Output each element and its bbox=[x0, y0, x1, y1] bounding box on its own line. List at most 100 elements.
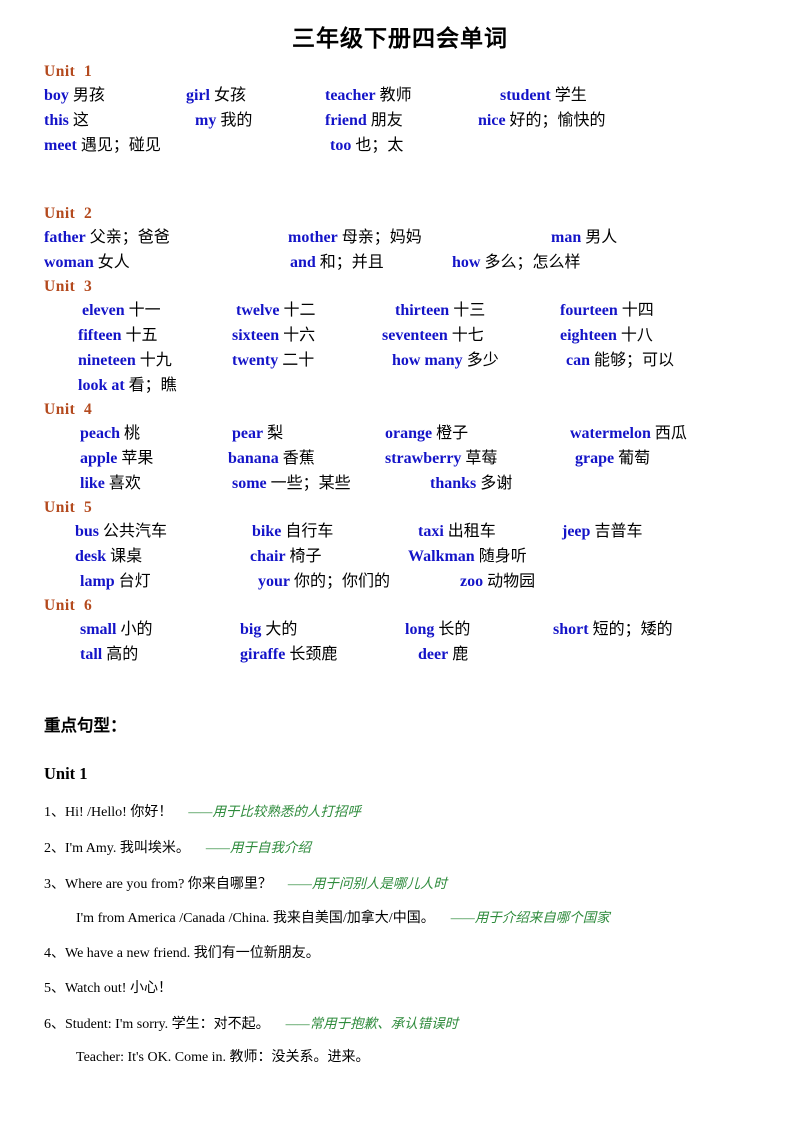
vocab-english-word: some bbox=[232, 475, 267, 492]
vocab-chinese-gloss: 鹿 bbox=[452, 646, 469, 663]
sentence-number: 6、 bbox=[44, 1017, 65, 1032]
vocab-english-word: this bbox=[44, 112, 69, 129]
vocab-chinese-gloss: 能够；可以 bbox=[594, 352, 675, 369]
vocab-english-word: friend bbox=[325, 112, 367, 129]
vocab-english-word: sixteen bbox=[232, 327, 280, 344]
vocab-english-word: tall bbox=[80, 646, 103, 663]
vocab-entry: big 大的 bbox=[240, 617, 297, 642]
sentence-text: Watch out! 小心！ bbox=[65, 981, 172, 996]
vocab-unit-label: Unit 4 bbox=[44, 401, 93, 418]
vocab-chinese-gloss: 长的 bbox=[438, 621, 471, 638]
vocab-chinese-gloss: 高的 bbox=[106, 646, 139, 663]
vocab-english-word: how bbox=[452, 254, 481, 271]
sentence-item: Teacher: It's OK. Come in. 教师：没关系。进来。 bbox=[0, 1047, 800, 1068]
vocab-chinese-gloss: 吉普车 bbox=[594, 523, 643, 540]
vocab-entry: fourteen 十四 bbox=[560, 298, 654, 323]
sentence-number: 4、 bbox=[44, 946, 65, 961]
vocab-chinese-gloss: 父亲；爸爸 bbox=[89, 229, 170, 246]
vocab-english-word: apple bbox=[80, 450, 118, 467]
vocab-english-word: lamp bbox=[80, 573, 115, 590]
sentence-usage-note: ——常用于抱歉、承认错误时 bbox=[285, 1016, 459, 1031]
vocab-entry: bus 公共汽车 bbox=[75, 519, 167, 544]
vocab-entry: and 和；并且 bbox=[290, 250, 384, 275]
vocab-unit-block: Unit 5 bus 公共汽车 bike 自行车 taxi 出租车 jeep 吉普车 desk 课桌… bbox=[0, 496, 800, 594]
vocab-english-word: your bbox=[258, 573, 290, 590]
vocab-entry: sixteen 十六 bbox=[232, 323, 315, 348]
vocab-row: look at 看；瞧 bbox=[0, 373, 800, 398]
vocab-chinese-gloss: 二十 bbox=[282, 352, 315, 369]
vocab-row: this 这 my 我的 friend 朋友 nice 好的；愉快的 bbox=[0, 108, 800, 133]
page-title: 三年级下册四会单词 bbox=[292, 26, 508, 51]
vocab-entry: tall 高的 bbox=[80, 642, 138, 667]
vocab-english-word: my bbox=[195, 112, 217, 129]
vocab-chinese-gloss: 台灯 bbox=[118, 573, 151, 590]
vocab-entry: how many 多少 bbox=[392, 348, 499, 373]
vocab-english-word: mother bbox=[288, 229, 338, 246]
vocab-unit-label: Unit 5 bbox=[44, 499, 93, 516]
vocab-entry: friend 朋友 bbox=[325, 108, 403, 133]
vocab-english-word: thanks bbox=[430, 475, 477, 492]
vocab-entry: chair 椅子 bbox=[250, 544, 322, 569]
sentence-usage-note: ——用于比较熟悉的人打招呼 bbox=[188, 804, 361, 819]
vocab-entry: mother 母亲；妈妈 bbox=[288, 225, 422, 250]
sentence-item: I'm from America /Canada /China. 我来自美国/加… bbox=[0, 907, 800, 929]
vocab-english-word: banana bbox=[228, 450, 279, 467]
vocab-chinese-gloss: 男孩 bbox=[72, 87, 105, 104]
vocab-chinese-gloss: 苹果 bbox=[121, 450, 154, 467]
vocab-entry: Walkman 随身听 bbox=[408, 544, 527, 569]
vocab-entry: how 多么；怎么样 bbox=[452, 250, 580, 275]
vocab-english-word: small bbox=[80, 621, 117, 638]
vocab-english-word: how many bbox=[392, 352, 463, 369]
vocab-chinese-gloss: 自行车 bbox=[285, 523, 334, 540]
sentence-text: Student: I'm sorry. 学生：对不起。 bbox=[65, 1017, 270, 1032]
vocab-row: nineteen 十九 twenty 二十 how many 多少 can 能够；可以 bbox=[0, 348, 800, 373]
vocab-entry: some 一些；某些 bbox=[232, 471, 351, 496]
vocab-chinese-gloss: 大的 bbox=[265, 621, 298, 638]
vocab-english-word: eleven bbox=[82, 302, 125, 319]
vocab-chinese-gloss: 课桌 bbox=[110, 548, 143, 565]
vocab-chinese-gloss: 女人 bbox=[97, 254, 130, 271]
vocab-entry: peach 桃 bbox=[80, 421, 140, 446]
sentence-item: 4、We have a new friend. 我们有一位新朋友。 bbox=[0, 943, 800, 964]
vocab-entry: long 长的 bbox=[405, 617, 470, 642]
vocab-entry: small 小的 bbox=[80, 617, 152, 642]
sentence-text: Teacher: It's OK. Come in. 教师：没关系。进来。 bbox=[76, 1050, 370, 1065]
vocab-english-word: desk bbox=[75, 548, 107, 565]
sentence-text: I'm from America /Canada /China. 我来自美国/加… bbox=[76, 911, 435, 926]
vocab-english-word: bus bbox=[75, 523, 100, 540]
vocab-entry: this 这 bbox=[44, 108, 89, 133]
vocab-entry: woman 女人 bbox=[44, 250, 130, 275]
vocab-unit-block: Unit 4 peach 桃 pear 梨 orange 橙子 watermelon 西瓜 app… bbox=[0, 398, 800, 496]
vocab-entry: lamp 台灯 bbox=[80, 569, 151, 594]
vocab-unit-label: Unit 2 bbox=[44, 205, 93, 222]
vocab-english-word: father bbox=[44, 229, 86, 246]
vocab-row: small 小的 big 大的 long 长的 short 短的；矮的 bbox=[0, 617, 800, 642]
sentence-number: 3、 bbox=[44, 877, 65, 892]
vocab-row: woman 女人 and 和；并且 how 多么；怎么样 bbox=[0, 250, 800, 275]
vocab-entry: teacher 教师 bbox=[325, 83, 412, 108]
vocab-chinese-gloss: 我的 bbox=[220, 112, 253, 129]
vocab-english-word: meet bbox=[44, 137, 77, 154]
vocab-chinese-gloss: 一些；某些 bbox=[270, 475, 351, 492]
vocab-chinese-gloss: 这 bbox=[72, 112, 89, 129]
vocab-entry: apple 苹果 bbox=[80, 446, 153, 471]
vocab-row: lamp 台灯 your 你的；你们的 zoo 动物园 bbox=[0, 569, 800, 594]
vocab-chinese-gloss: 出租车 bbox=[447, 523, 496, 540]
vocab-unit-block: Unit 1 boy 男孩 girl 女孩 teacher 教师 student 学生 this 这… bbox=[0, 60, 800, 202]
sentence-item: 6、Student: I'm sorry. 学生：对不起。 ——常用于抱歉、承认错… bbox=[0, 1013, 800, 1035]
sentence-item: 1、Hi! /Hello! 你好！ ——用于比较熟悉的人打招呼 bbox=[0, 801, 800, 823]
vocab-row: tall 高的 giraffe 长颈鹿 deer 鹿 bbox=[0, 642, 800, 667]
vocab-entry: orange 橙子 bbox=[385, 421, 468, 446]
vocab-row: father 父亲；爸爸 mother 母亲；妈妈 man 男人 bbox=[0, 225, 800, 250]
vocab-unit-label: Unit 6 bbox=[44, 597, 93, 614]
vocab-unit-block: Unit 6 small 小的 big 大的 long 长的 short 短的；矮的 tall 高的… bbox=[0, 594, 800, 667]
vocab-entry: your 你的；你们的 bbox=[258, 569, 390, 594]
vocab-english-word: and bbox=[290, 254, 316, 271]
vocab-english-word: twenty bbox=[232, 352, 279, 369]
vocab-english-word: big bbox=[240, 621, 262, 638]
vocab-entry: father 父亲；爸爸 bbox=[44, 225, 170, 250]
vocab-entry: zoo 动物园 bbox=[460, 569, 535, 594]
vocab-english-word: woman bbox=[44, 254, 94, 271]
vocab-english-word: teacher bbox=[325, 87, 376, 104]
vocab-english-word: look at bbox=[78, 377, 125, 394]
